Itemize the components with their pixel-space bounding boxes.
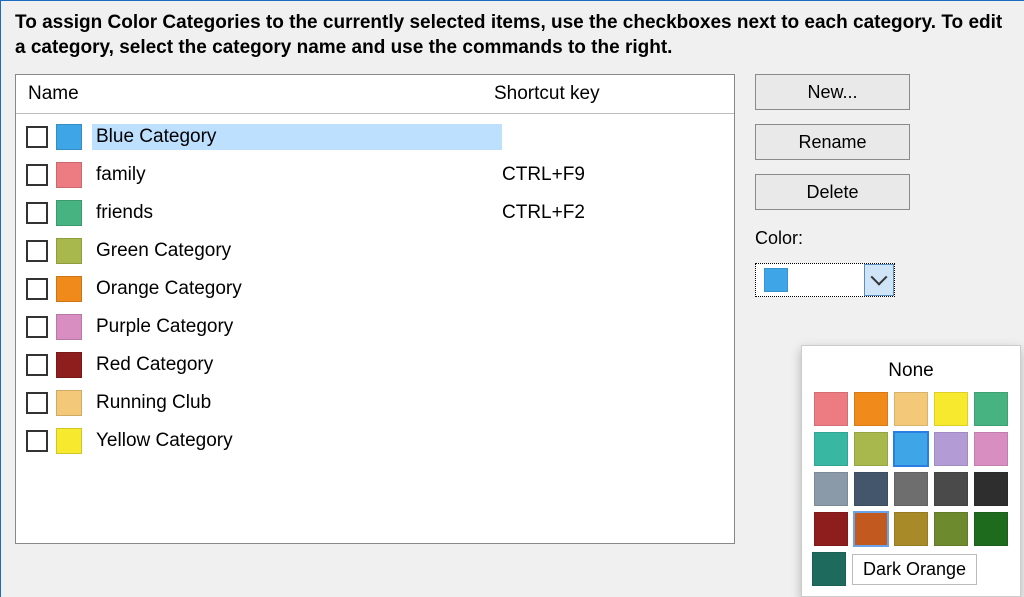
category-checkbox[interactable]: [26, 316, 48, 338]
category-checkbox[interactable]: [26, 278, 48, 300]
category-label[interactable]: Blue Category: [92, 124, 502, 150]
palette-color-swatch[interactable]: [974, 472, 1008, 506]
color-label: Color:: [755, 228, 915, 249]
palette-color-swatch[interactable]: [974, 512, 1008, 546]
category-row[interactable]: Orange Category: [16, 270, 734, 308]
category-shortcut: CTRL+F2: [502, 202, 724, 224]
category-label[interactable]: Orange Category: [92, 276, 502, 302]
category-color-swatch: [56, 314, 82, 340]
palette-color-swatch[interactable]: [934, 432, 968, 466]
category-label[interactable]: Purple Category: [92, 314, 502, 340]
color-dropdown-swatch: [764, 268, 788, 292]
category-checkbox[interactable]: [26, 164, 48, 186]
palette-tooltip: Dark Orange: [852, 554, 977, 585]
palette-color-swatch[interactable]: [854, 512, 888, 546]
category-color-swatch: [56, 238, 82, 264]
category-color-swatch: [56, 276, 82, 302]
palette-color-swatch[interactable]: [814, 512, 848, 546]
category-row[interactable]: Purple Category: [16, 308, 734, 346]
category-label[interactable]: Running Club: [92, 390, 502, 416]
palette-color-swatch[interactable]: [854, 432, 888, 466]
category-label[interactable]: family: [92, 162, 502, 188]
palette-color-swatch[interactable]: [894, 432, 928, 466]
category-checkbox[interactable]: [26, 240, 48, 262]
palette-color-swatch[interactable]: [854, 472, 888, 506]
category-row[interactable]: Red Category: [16, 346, 734, 384]
palette-color-swatch[interactable]: [894, 512, 928, 546]
category-color-swatch: [56, 124, 82, 150]
palette-color-swatch[interactable]: [814, 392, 848, 426]
palette-color-swatch[interactable]: [894, 472, 928, 506]
category-checkbox[interactable]: [26, 430, 48, 452]
color-categories-dialog: To assign Color Categories to the curren…: [0, 0, 1024, 597]
category-label[interactable]: friends: [92, 200, 502, 226]
category-checkbox[interactable]: [26, 126, 48, 148]
category-color-swatch: [56, 200, 82, 226]
category-color-swatch: [56, 352, 82, 378]
palette-color-swatch[interactable]: [894, 392, 928, 426]
category-row[interactable]: Blue Category: [16, 118, 734, 156]
category-checkbox[interactable]: [26, 392, 48, 414]
category-label[interactable]: Green Category: [92, 238, 502, 264]
palette-color-swatch[interactable]: [974, 432, 1008, 466]
category-list-body: Blue CategoryfamilyCTRL+F9friendsCTRL+F2…: [16, 114, 734, 464]
palette-none-option[interactable]: None: [812, 354, 1010, 392]
category-list-panel: Name Shortcut key Blue Category familyCTR…: [15, 74, 735, 544]
new-button[interactable]: New...: [755, 74, 910, 110]
category-row[interactable]: Running Club: [16, 384, 734, 422]
chevron-down-icon: [871, 269, 888, 286]
color-palette-popup[interactable]: None Dark Orange: [801, 345, 1021, 597]
column-header-name[interactable]: Name: [24, 83, 494, 105]
instructions-text: To assign Color Categories to the curren…: [15, 11, 1010, 60]
category-checkbox[interactable]: [26, 202, 48, 224]
category-shortcut: CTRL+F9: [502, 164, 724, 186]
category-color-swatch: [56, 162, 82, 188]
color-dropdown-arrow[interactable]: [864, 264, 894, 296]
side-column: New... Rename Delete Color:: [755, 74, 915, 297]
palette-color-swatch[interactable]: [814, 472, 848, 506]
category-row[interactable]: familyCTRL+F9: [16, 156, 734, 194]
category-row[interactable]: Yellow Category: [16, 422, 734, 460]
category-color-swatch: [56, 428, 82, 454]
category-label[interactable]: Red Category: [92, 352, 502, 378]
column-header-shortcut[interactable]: Shortcut key: [494, 83, 734, 105]
category-row[interactable]: friendsCTRL+F2: [16, 194, 734, 232]
category-color-swatch: [56, 390, 82, 416]
palette-color-swatch[interactable]: [934, 512, 968, 546]
palette-color-swatch[interactable]: [814, 432, 848, 466]
palette-grid: [812, 392, 1010, 546]
palette-color-swatch[interactable]: [934, 472, 968, 506]
color-dropdown[interactable]: [755, 263, 895, 297]
list-header: Name Shortcut key: [16, 75, 734, 114]
category-row[interactable]: Green Category: [16, 232, 734, 270]
delete-button[interactable]: Delete: [755, 174, 910, 210]
category-checkbox[interactable]: [26, 354, 48, 376]
palette-color-swatch[interactable]: [974, 392, 1008, 426]
rename-button[interactable]: Rename: [755, 124, 910, 160]
palette-color-swatch[interactable]: [934, 392, 968, 426]
palette-color-swatch[interactable]: [854, 392, 888, 426]
palette-last-row: Dark Orange: [812, 552, 1010, 586]
palette-color-swatch[interactable]: [812, 552, 846, 586]
category-label[interactable]: Yellow Category: [92, 428, 502, 454]
